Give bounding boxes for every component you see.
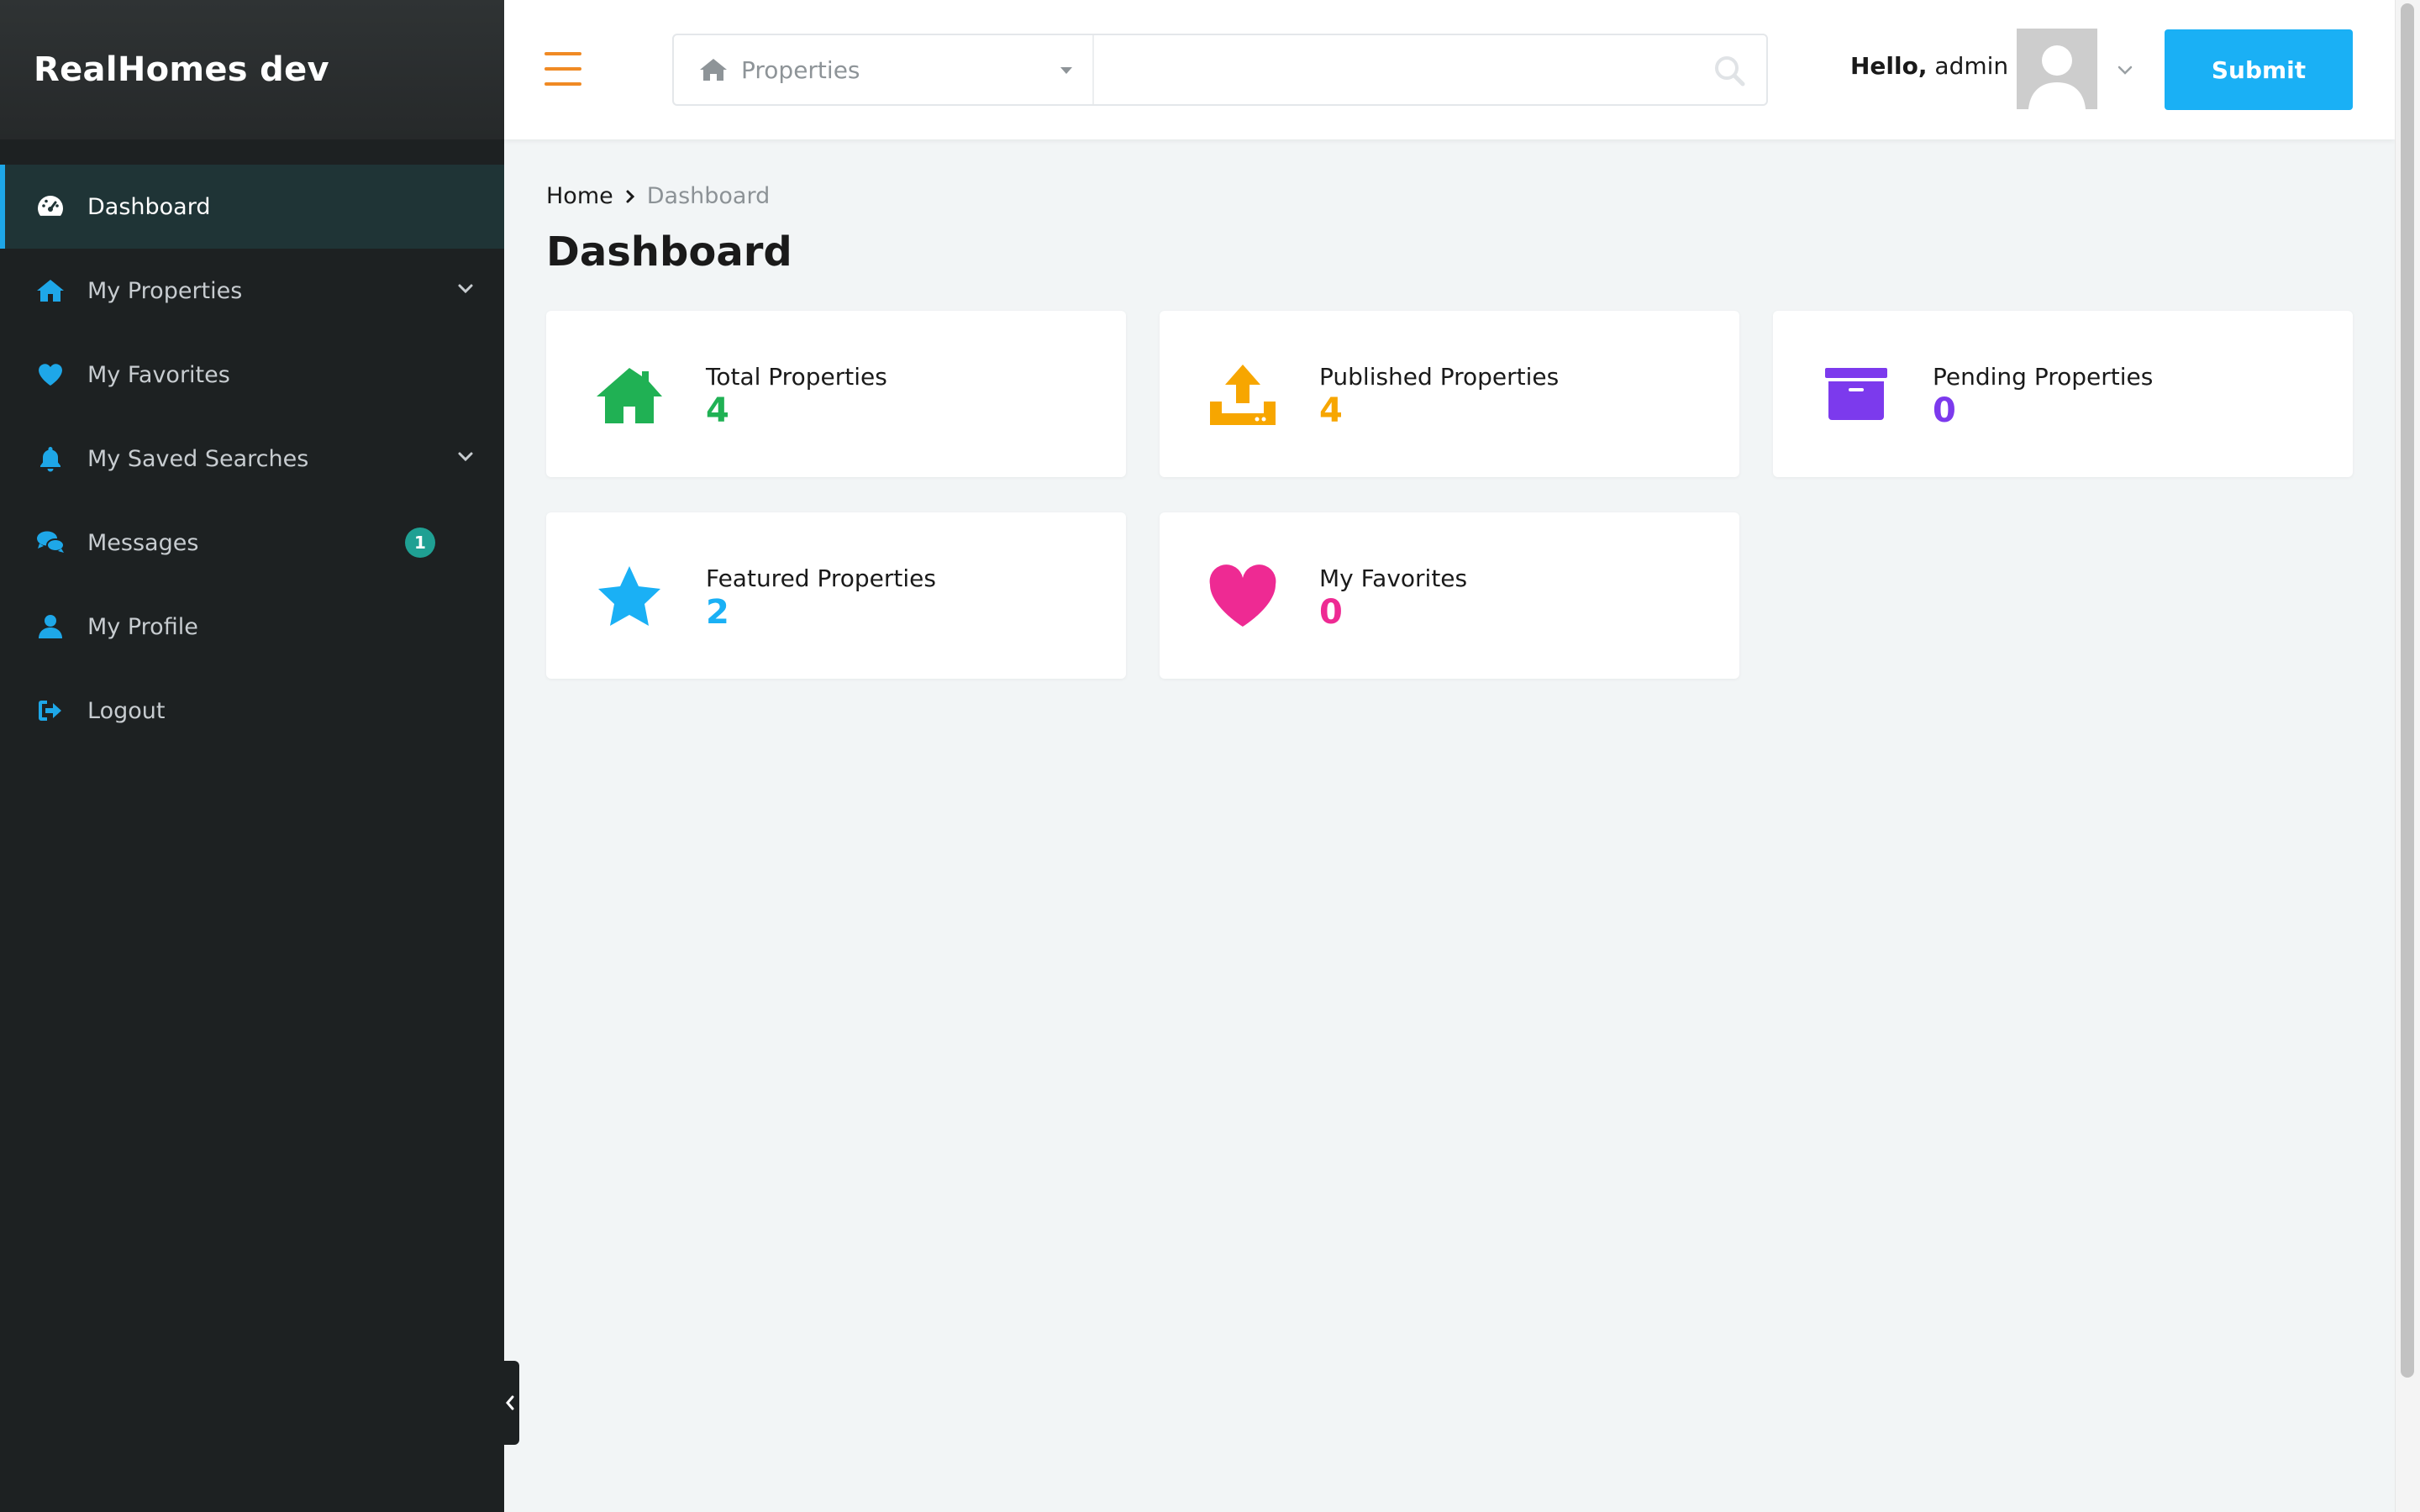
messages-count-badge: 1 bbox=[405, 528, 435, 558]
sidebar-nav: Dashboard My Properties My Favorites My … bbox=[0, 165, 504, 753]
star-icon bbox=[593, 561, 666, 633]
greeting-username: admin bbox=[1934, 52, 2009, 80]
scrollbar[interactable] bbox=[2395, 0, 2420, 1512]
sidebar-item-label: My Properties bbox=[87, 277, 243, 304]
archive-icon bbox=[1820, 360, 1892, 432]
search-input[interactable] bbox=[1111, 45, 1682, 94]
chevron-left-icon bbox=[506, 1395, 514, 1410]
page-title: Dashboard bbox=[546, 228, 792, 276]
bell-icon bbox=[34, 442, 67, 475]
user-placeholder-icon bbox=[2017, 29, 2097, 109]
card-label: Published Properties bbox=[1319, 363, 1560, 391]
submit-button[interactable]: Submit bbox=[2165, 29, 2353, 110]
chevron-down-icon[interactable] bbox=[2116, 64, 2134, 76]
user-greeting: Hello, admin bbox=[1850, 52, 2008, 80]
sidebar-item-my-saved-searches[interactable]: My Saved Searches bbox=[0, 417, 504, 501]
chevron-down-icon[interactable] bbox=[455, 279, 476, 299]
sidebar-item-messages[interactable]: Messages 1 bbox=[0, 501, 504, 585]
card-label: My Favorites bbox=[1319, 564, 1468, 592]
sidebar-item-logout[interactable]: Logout bbox=[0, 669, 504, 753]
heart-icon bbox=[1207, 561, 1279, 633]
sidebar: RealHomes dev Dashboard My Properties My… bbox=[0, 0, 519, 1512]
sidebar-item-label: Logout bbox=[87, 697, 166, 724]
stat-card-featured-properties[interactable]: Featured Properties 2 bbox=[546, 512, 1126, 679]
chat-icon bbox=[34, 526, 67, 559]
avatar[interactable] bbox=[2017, 29, 2097, 109]
card-value: 0 bbox=[1319, 593, 1343, 632]
home-icon bbox=[34, 274, 67, 307]
sidebar-collapse-toggle[interactable] bbox=[501, 1361, 519, 1445]
user-icon bbox=[34, 610, 67, 643]
sidebar-item-my-properties[interactable]: My Properties bbox=[0, 249, 504, 333]
card-label: Featured Properties bbox=[706, 564, 936, 592]
upload-icon bbox=[1207, 360, 1279, 432]
house-icon bbox=[593, 360, 666, 432]
sidebar-item-dashboard[interactable]: Dashboard bbox=[0, 165, 504, 249]
chevron-down-icon[interactable] bbox=[455, 447, 476, 467]
top-header: Properties Hello, admin Submit bbox=[504, 0, 2395, 139]
search-bar: Properties bbox=[672, 34, 1768, 106]
search-type-select[interactable]: Properties bbox=[674, 35, 1094, 104]
sidebar-item-label: Messages bbox=[87, 529, 199, 556]
stat-card-total-properties[interactable]: Total Properties 4 bbox=[546, 311, 1126, 477]
sidebar-item-label: My Profile bbox=[87, 613, 198, 640]
hamburger-menu-icon[interactable] bbox=[544, 52, 581, 87]
card-value: 4 bbox=[706, 391, 729, 430]
brand[interactable]: RealHomes dev bbox=[0, 0, 504, 139]
breadcrumb-home-link[interactable]: Home bbox=[546, 183, 613, 209]
breadcrumb-current: Dashboard bbox=[646, 183, 771, 209]
sidebar-item-my-favorites[interactable]: My Favorites bbox=[0, 333, 504, 417]
stat-card-published-properties[interactable]: Published Properties 4 bbox=[1160, 311, 1739, 477]
sidebar-item-my-profile[interactable]: My Profile bbox=[0, 585, 504, 669]
card-value: 0 bbox=[1933, 391, 1956, 430]
card-value: 2 bbox=[706, 593, 729, 632]
scrollbar-thumb[interactable] bbox=[2401, 3, 2414, 1378]
logout-icon bbox=[34, 694, 67, 727]
dashboard-icon bbox=[34, 190, 67, 223]
home-icon bbox=[700, 59, 727, 81]
search-icon[interactable] bbox=[1712, 54, 1746, 87]
stat-card-my-favorites[interactable]: My Favorites 0 bbox=[1160, 512, 1739, 679]
brand-title: RealHomes dev bbox=[34, 50, 329, 89]
sidebar-item-label: My Favorites bbox=[87, 361, 230, 388]
search-type-label: Properties bbox=[741, 55, 860, 84]
sidebar-item-label: My Saved Searches bbox=[87, 445, 309, 472]
breadcrumb: Home Dashboard bbox=[546, 183, 770, 209]
heart-icon bbox=[34, 358, 67, 391]
stat-card-pending-properties[interactable]: Pending Properties 0 bbox=[1773, 311, 2353, 477]
greeting-hello: Hello, bbox=[1850, 52, 1928, 80]
card-value: 4 bbox=[1319, 391, 1343, 430]
caret-down-icon bbox=[1060, 67, 1072, 74]
sidebar-item-label: Dashboard bbox=[87, 193, 211, 220]
card-label: Pending Properties bbox=[1933, 363, 2154, 391]
chevron-right-icon bbox=[626, 190, 634, 202]
card-label: Total Properties bbox=[706, 363, 887, 391]
